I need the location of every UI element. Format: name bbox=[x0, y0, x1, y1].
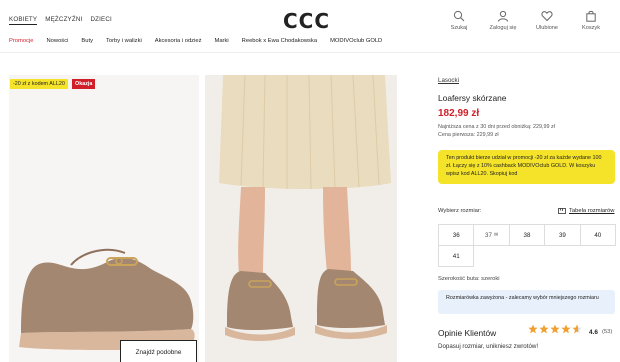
rating-value: 4.6 bbox=[589, 329, 598, 336]
nav-kids[interactable]: DZIECI bbox=[90, 16, 111, 25]
ccc-logo[interactable]: CCC bbox=[283, 9, 330, 33]
bag-icon bbox=[586, 10, 596, 22]
category-menu: Promocje Nowości Buty Torby i walizki Ak… bbox=[9, 38, 395, 44]
size-option[interactable]: 38 bbox=[508, 224, 546, 246]
menu-item-modivoclub[interactable]: MODIVOclub GOLD bbox=[330, 38, 382, 44]
favorites-label: Ulubione bbox=[535, 25, 559, 31]
envelope-icon: ✉ bbox=[493, 232, 499, 238]
menu-item-akcesoria[interactable]: Akcesoria i odzież bbox=[155, 38, 202, 44]
brand-link[interactable]: Lasocki bbox=[438, 77, 459, 84]
size-value: 37 bbox=[485, 231, 492, 239]
returns-note: Dopasuj rozmiar, unikniesz zwrotów! bbox=[438, 343, 539, 350]
star-icon bbox=[528, 324, 538, 334]
size-value: 38 bbox=[523, 231, 531, 239]
nav-men[interactable]: MĘŻCZYŹNI bbox=[45, 16, 82, 25]
user-icon bbox=[498, 10, 508, 22]
shoe-width: Szerokość buta: szeroki bbox=[438, 276, 500, 282]
product-price: 182,99 zł bbox=[438, 108, 480, 119]
menu-item-reebok[interactable]: Reebok x Ewa Chodakowska bbox=[242, 38, 317, 44]
search-icon bbox=[453, 10, 465, 22]
nav-women[interactable]: KOBIETY bbox=[9, 16, 38, 25]
promo-code-badge: -20 zł z kodem ALL20 bbox=[10, 79, 68, 89]
size-value: 39 bbox=[558, 231, 566, 239]
size-option[interactable]: 41 bbox=[438, 245, 475, 267]
search-label: Szukaj bbox=[450, 25, 468, 31]
find-similar-button[interactable]: Znajdź podobne bbox=[120, 340, 197, 362]
ruler-icon bbox=[558, 208, 566, 214]
size-select-label: Wybierz rozmiar: bbox=[438, 208, 482, 214]
login-label: Zaloguj się bbox=[489, 25, 517, 31]
login-button[interactable]: Zaloguj się bbox=[488, 10, 518, 31]
fit-info-box: Rozmiarówka zawyżona - zalecamy wybór mn… bbox=[438, 290, 615, 314]
reviews-title[interactable]: Opinie Klientów bbox=[438, 328, 496, 338]
menu-item-promocje[interactable]: Promocje bbox=[9, 38, 33, 44]
size-value: 36 bbox=[452, 231, 460, 239]
size-value: 40 bbox=[594, 231, 602, 239]
star-icon bbox=[539, 324, 549, 334]
lowest-price-note: Najniższa cena z 30 dni przed obniżką: 2… bbox=[438, 124, 555, 130]
menu-item-nowosci[interactable]: Nowości bbox=[46, 38, 68, 44]
star-icon bbox=[561, 324, 571, 334]
size-grid: 36 37 ✉ 38 39 40 41 bbox=[438, 224, 616, 267]
product-image-side[interactable] bbox=[9, 75, 199, 362]
size-option-low-stock[interactable]: 37 ✉ bbox=[473, 224, 510, 246]
product-image-model[interactable] bbox=[205, 75, 397, 362]
size-table-link[interactable]: Tabela rozmiarów bbox=[558, 208, 614, 214]
menu-item-buty[interactable]: Buty bbox=[81, 38, 93, 44]
favorites-button[interactable]: Ulubione bbox=[532, 10, 562, 31]
size-table-label: Tabela rozmiarów bbox=[569, 208, 615, 214]
heart-icon bbox=[541, 11, 553, 22]
review-count: (53) bbox=[602, 329, 613, 335]
size-option[interactable]: 40 bbox=[579, 224, 616, 246]
search-button[interactable]: Szukaj bbox=[444, 10, 474, 31]
star-half-icon bbox=[572, 324, 582, 334]
menu-item-marki[interactable]: Marki bbox=[214, 38, 228, 44]
product-title: Loafersy skórzane bbox=[438, 93, 507, 103]
promo-info-box: Ten produkt bierze udział w promocji -20… bbox=[438, 150, 615, 184]
size-option[interactable]: 39 bbox=[544, 224, 581, 246]
size-option[interactable]: 36 bbox=[438, 224, 475, 246]
deal-badge: Okazja bbox=[72, 79, 96, 89]
cart-button[interactable]: Koszyk bbox=[576, 10, 606, 31]
cart-label: Koszyk bbox=[581, 25, 601, 31]
star-icon bbox=[550, 324, 560, 334]
header-icons: Szukaj Zaloguj się Ulubione Koszyk bbox=[444, 10, 606, 31]
rating-stars[interactable] bbox=[528, 324, 582, 334]
header-divider bbox=[0, 52, 620, 53]
menu-item-torby[interactable]: Torby i walizki bbox=[106, 38, 142, 44]
model-legs-illustration bbox=[219, 75, 391, 341]
gender-nav: KOBIETY MĘŻCZYŹNI DZIECI bbox=[9, 16, 112, 25]
loafer-side-illustration bbox=[19, 248, 195, 350]
first-price-note: Cena pierwsza: 229,99 zł bbox=[438, 132, 499, 138]
size-value: 41 bbox=[452, 252, 460, 260]
